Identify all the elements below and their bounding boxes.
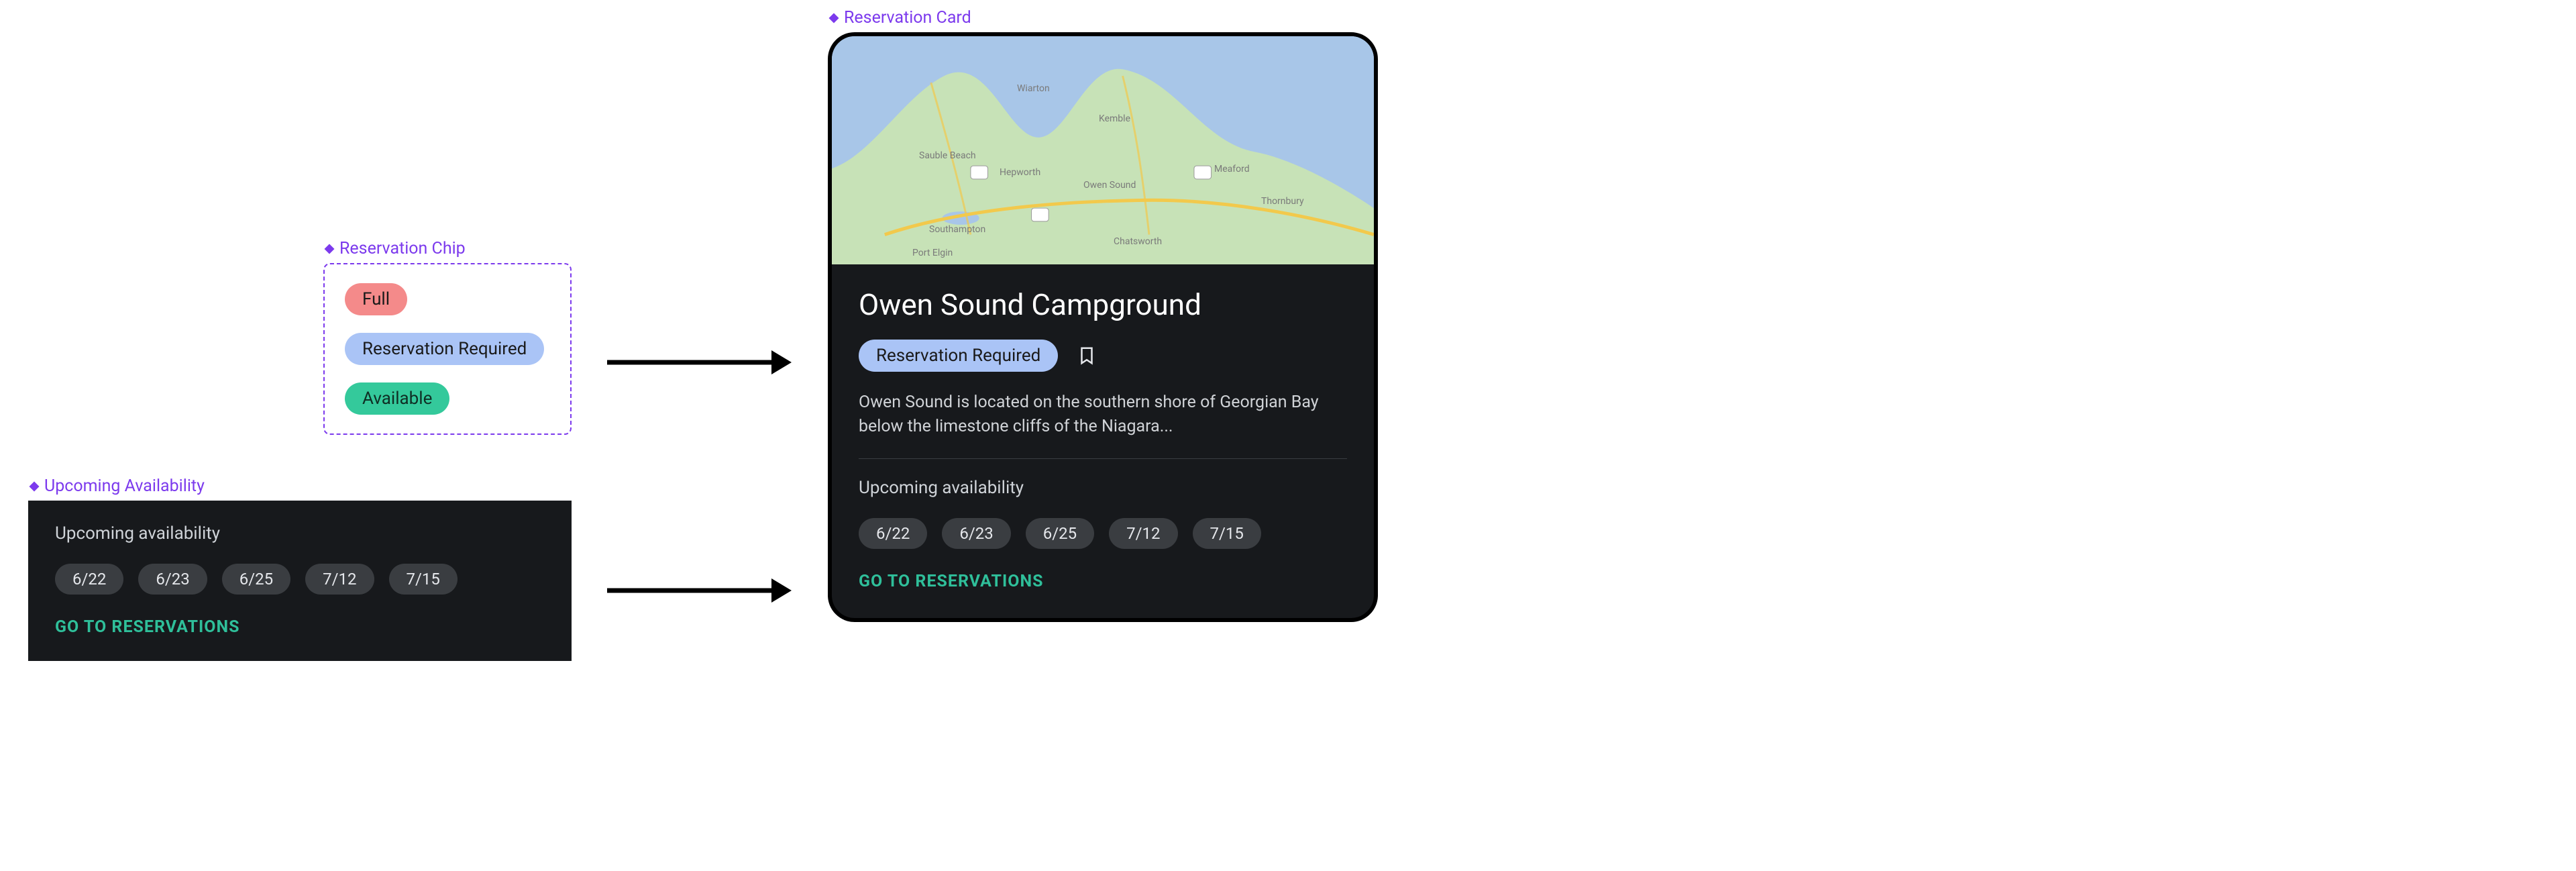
component-label-upcoming-availability: Upcoming Availability [28,476,205,496]
component-label-reservation-card: Reservation Card [828,8,971,28]
card-availability-dates: 6/22 6/23 6/25 7/12 7/15 [859,518,1347,549]
arrow-icon [604,570,792,611]
map-place-label: Port Elgin [912,248,953,258]
date-chip[interactable]: 6/25 [1026,518,1094,549]
map-place-label: Wiarton [1017,83,1050,94]
date-chip[interactable]: 6/23 [138,564,207,595]
map-place-label: Thornbury [1261,196,1304,207]
card-go-to-reservations-link[interactable]: GO TO RESERVATIONS [859,572,1347,591]
reservation-chip-panel: Full Reservation Required Available [323,263,572,435]
date-chip[interactable]: 6/22 [55,564,123,595]
chip-available[interactable]: Available [345,382,449,415]
bookmark-icon[interactable] [1077,346,1097,366]
component-label-reservation-chip: Reservation Chip [323,239,466,258]
chip-reservation-required[interactable]: Reservation Required [345,333,544,365]
arrow-icon [604,342,792,382]
diamond-icon [28,480,40,493]
map-place-label: Chatsworth [1114,236,1162,247]
chip-full[interactable]: Full [345,283,407,315]
map-place-label: Southampton [929,224,985,235]
date-chip[interactable]: 7/15 [1193,518,1261,549]
map-place-label: Hepworth [1000,167,1040,178]
divider [859,458,1347,459]
date-chip[interactable]: 6/25 [222,564,290,595]
diamond-icon [323,243,335,255]
map-place-label: Meaford [1214,164,1250,174]
upcoming-availability-panel: Upcoming availability 6/22 6/23 6/25 7/1… [28,501,572,661]
card-description: Owen Sound is located on the southern sh… [859,391,1347,440]
label-text: Reservation Card [844,8,971,28]
availability-dates: 6/22 6/23 6/25 7/12 7/15 [55,564,545,595]
label-text: Reservation Chip [339,239,466,258]
map-place-label: Owen Sound [1083,180,1136,191]
date-chip[interactable]: 7/12 [1109,518,1177,549]
diamond-icon [828,12,840,24]
map-place-label: Kemble [1099,113,1130,124]
availability-heading: Upcoming availability [55,523,545,544]
date-chip[interactable]: 7/12 [305,564,374,595]
date-chip[interactable]: 6/22 [859,518,927,549]
card-status-chip[interactable]: Reservation Required [859,340,1058,372]
date-chip[interactable]: 6/23 [942,518,1010,549]
go-to-reservations-link[interactable]: GO TO RESERVATIONS [55,617,545,637]
map-place-label: Sauble Beach [919,150,976,161]
card-availability-heading: Upcoming availability [859,478,1347,498]
label-text: Upcoming Availability [44,476,205,496]
date-chip[interactable]: 7/15 [389,564,458,595]
card-title: Owen Sound Campground [859,287,1347,322]
reservation-card: Wiarton Kemble Sauble Beach Hepworth Owe… [828,32,1378,622]
map-image: Wiarton Kemble Sauble Beach Hepworth Owe… [832,36,1374,264]
